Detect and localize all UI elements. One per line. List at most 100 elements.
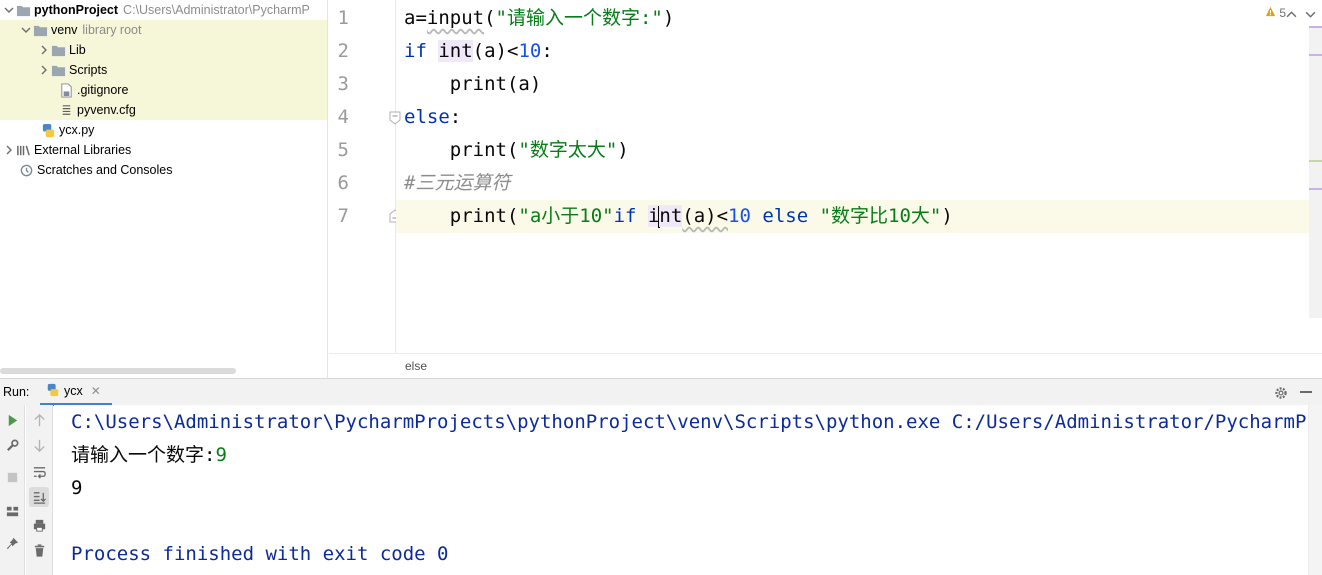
pin-tab-button[interactable] — [2, 533, 22, 553]
error-stripe-mark — [1309, 26, 1322, 28]
python-file-icon — [46, 383, 60, 400]
tree-item-scripts[interactable]: Scripts — [0, 60, 327, 80]
tab-ycx[interactable]: ycx ✕ — [40, 379, 112, 406]
inspection-widget[interactable]: 5 — [1265, 6, 1286, 20]
keyword: else — [762, 205, 809, 227]
tree-item-ycx-py[interactable]: ycx.py — [0, 120, 327, 140]
tree-item-label: Scratches and Consoles — [37, 163, 173, 177]
console-input-line: 请输入一个数字:9 — [71, 439, 227, 472]
error-stripe-mark — [1309, 54, 1322, 56]
number-literal: 10 — [728, 205, 751, 227]
tree-item-label: ycx.py — [59, 123, 95, 137]
line-number: 2 — [337, 40, 349, 62]
stop-button[interactable] — [2, 467, 22, 487]
code-line-2[interactable]: if int(a)<10: — [396, 35, 1322, 68]
stop-icon — [7, 472, 17, 482]
tree-item-venv[interactable]: venv library root — [0, 20, 327, 40]
tree-item-lib[interactable]: Lib — [0, 40, 327, 60]
minimize-icon[interactable] — [1300, 391, 1312, 393]
inspection-navigation — [1286, 5, 1316, 24]
tree-item-label: Scripts — [69, 63, 108, 77]
code-line-5[interactable]: print("数字太大") — [396, 134, 1322, 167]
arrow-up-icon — [33, 413, 45, 426]
code-line-6[interactable]: #三元运算符 — [396, 167, 1322, 200]
chevron-down-icon[interactable] — [3, 4, 15, 16]
tree-item-gitignore[interactable]: .gitignore — [0, 80, 327, 100]
tree-item-project-root[interactable]: pythonProject C:\Users\Administrator\Pyc… — [0, 0, 327, 20]
code-line-1[interactable]: a=input("请输入一个数字:") — [396, 2, 1322, 35]
pin-icon — [6, 537, 18, 549]
arrow-down-icon — [33, 439, 45, 452]
run-icon — [8, 414, 17, 426]
code-token: input — [426, 7, 485, 29]
code-token: (a)< — [472, 40, 519, 62]
code-token: (a)< — [682, 205, 729, 227]
tree-item-label: External Libraries — [34, 143, 132, 157]
line-number: 3 — [337, 73, 349, 95]
scroll-up-button[interactable] — [29, 410, 49, 430]
error-stripe-mark — [1309, 188, 1322, 190]
code-line-4[interactable]: else: — [396, 101, 1322, 134]
console-output: 9 — [71, 477, 83, 499]
chevron-right-icon[interactable] — [38, 44, 50, 56]
horizontal-scrollbar[interactable] — [0, 368, 236, 374]
breadcrumb: else — [329, 353, 1322, 378]
keyword: if — [613, 205, 637, 227]
chevron-right-icon[interactable] — [3, 144, 15, 156]
warning-icon — [1265, 6, 1276, 20]
error-stripe-mark — [1309, 160, 1322, 162]
line-number: 5 — [337, 139, 349, 161]
code-line-7[interactable]: print("a小于10"if int(a)<10 else "数字比10大") — [396, 200, 1322, 233]
chevron-up-icon[interactable] — [1286, 5, 1297, 24]
scroll-down-button[interactable] — [29, 435, 49, 455]
project-tree-panel: pythonProject C:\Users\Administrator\Pyc… — [0, 0, 328, 378]
code-editor[interactable]: 1 2 3 4 5 6 7 a=input("请输入一个数字:") if int… — [329, 0, 1322, 378]
tree-item-label: Lib — [69, 43, 86, 57]
tree-item-scratches[interactable]: Scratches and Consoles — [0, 160, 327, 180]
python-file-icon — [40, 122, 56, 138]
run-toolbar-secondary — [26, 405, 53, 575]
code-line-3[interactable]: print(a) — [396, 68, 1322, 101]
code-token: : — [541, 40, 553, 62]
restore-layout-button[interactable] — [2, 501, 22, 521]
project-root-path: C:\Users\Administrator\PycharmP — [123, 3, 310, 17]
run-label: Run: — [3, 385, 30, 399]
chevron-down-icon[interactable] — [20, 24, 32, 36]
soft-wrap-button[interactable] — [29, 462, 49, 482]
scroll-to-end-icon — [33, 491, 46, 504]
scroll-to-end-button[interactable] — [29, 487, 49, 507]
editor-scrollbar[interactable] — [1309, 26, 1322, 318]
gitignore-file-icon — [58, 82, 74, 98]
close-icon[interactable]: ✕ — [91, 384, 101, 398]
run-toolwindow-header: Run: ycx ✕ — [0, 378, 1322, 406]
run-console[interactable]: C:\Users\Administrator\PycharmProjects\p… — [54, 405, 1308, 575]
gear-icon[interactable] — [1274, 385, 1288, 399]
inspection-count: 5 — [1279, 6, 1286, 20]
console-scrollbar[interactable] — [1308, 405, 1322, 575]
tree-item-external-libraries[interactable]: External Libraries — [0, 140, 327, 160]
line-number: 6 — [337, 172, 349, 194]
console-user-input: 9 — [215, 444, 227, 466]
number-literal: 10 — [518, 40, 542, 62]
code-token: print( — [404, 205, 519, 227]
clear-all-button[interactable] — [29, 540, 49, 560]
string-literal: "数字比10大" — [819, 205, 942, 227]
code-token: ( — [484, 7, 496, 29]
console-exit-message: Process finished with exit code 0 — [71, 543, 449, 565]
print-button[interactable] — [29, 515, 49, 535]
chevron-right-icon[interactable] — [38, 64, 50, 76]
edit-configuration-button[interactable] — [2, 435, 22, 455]
highlighted-identifier: nt — [659, 205, 683, 227]
line-number: 4 — [337, 106, 349, 128]
code-token: print( — [404, 139, 519, 161]
tree-item-label: venv — [51, 23, 78, 37]
layout-icon — [6, 506, 18, 516]
chevron-down-icon[interactable] — [1305, 5, 1316, 24]
code-area[interactable]: a=input("请输入一个数字:") if int(a)<10: print(… — [396, 0, 1322, 353]
keyword: else — [404, 106, 450, 128]
rerun-button[interactable] — [2, 410, 22, 430]
tree-item-pyvenv-cfg[interactable]: pyvenv.cfg — [0, 100, 327, 120]
breadcrumb-item[interactable]: else — [405, 359, 427, 373]
